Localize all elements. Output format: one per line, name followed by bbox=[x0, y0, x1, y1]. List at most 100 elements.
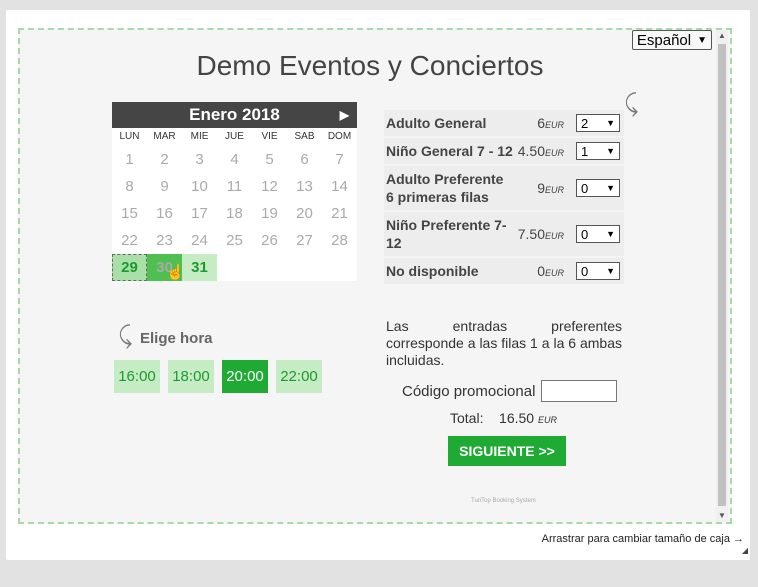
calendar-day-empty bbox=[217, 254, 252, 281]
quantity-select[interactable]: 0 ▼ bbox=[576, 179, 620, 197]
chevron-down-icon: ▼ bbox=[606, 118, 615, 128]
ticket-price: 6EUR bbox=[537, 115, 564, 131]
calendar-day: 26 bbox=[261, 232, 278, 249]
calendar-day-empty bbox=[322, 254, 357, 281]
calendar-day: 18 bbox=[226, 205, 243, 222]
quantity-select[interactable]: 1 ▼ bbox=[576, 142, 620, 160]
page-title: Demo Eventos y Conciertos bbox=[196, 50, 544, 81]
weekday-row: LUN MAR MIE JUE VIE SAB DOM bbox=[112, 128, 357, 146]
language-value: Español bbox=[636, 31, 692, 49]
calendar-day: 20 bbox=[296, 205, 313, 222]
preferente-note: Las entradas preferentes corresponde a l… bbox=[386, 318, 622, 368]
calendar-day: 16 bbox=[156, 205, 173, 222]
calendar-week: 22 23 24 25 26 27 28 bbox=[112, 227, 357, 254]
ticket-name: Adulto Preferente 6 primeras filas bbox=[386, 171, 504, 205]
scroll-up-icon[interactable]: ▲ bbox=[716, 30, 728, 42]
calendar-day: 17 bbox=[191, 205, 208, 222]
calendar-day: 22 bbox=[121, 232, 138, 249]
widget-container: Español ▼ ▲ ▼ Demo Eventos y Conciertos … bbox=[6, 10, 750, 560]
calendar-day: 21 bbox=[331, 205, 348, 222]
calendar-day: 24 bbox=[191, 232, 208, 249]
calendar-day: 11 bbox=[226, 178, 243, 195]
time-slot[interactable]: 18:00 bbox=[168, 360, 214, 393]
calendar-day: 12 bbox=[261, 178, 278, 195]
resize-hint: Arrastrar para cambiar tamaño de caja → bbox=[541, 533, 744, 545]
calendar-day: 1 bbox=[125, 151, 134, 168]
total: Total: 16.50 EUR bbox=[450, 410, 557, 426]
next-month-icon[interactable]: ▶ bbox=[340, 102, 349, 128]
calendar-day-available[interactable]: 31 bbox=[182, 254, 217, 281]
calendar-week: 1 2 3 4 5 6 7 bbox=[112, 146, 357, 173]
ticket-name: Niño Preferente 7-12 bbox=[386, 217, 507, 251]
time-slot-selected[interactable]: 20:00 bbox=[222, 360, 268, 393]
total-label: Total: bbox=[450, 410, 484, 426]
resize-grip-icon[interactable]: ◢ bbox=[742, 546, 748, 555]
ticket-list: Adulto General 6EUR 2 ▼ Niño General 7 - … bbox=[384, 110, 624, 286]
quantity-select[interactable]: 2 ▼ bbox=[576, 114, 620, 132]
weekday-label: JUE bbox=[225, 131, 244, 142]
calendar-day: 10 bbox=[191, 178, 208, 195]
ticket-name: Adulto General bbox=[386, 115, 487, 131]
calendar-day: 28 bbox=[331, 232, 348, 249]
next-button[interactable]: SIGUIENTE >> bbox=[448, 436, 566, 466]
quantity-select[interactable]: 0 ▼ bbox=[576, 225, 620, 243]
calendar-day: 3 bbox=[195, 151, 204, 168]
language-select[interactable]: Español ▼ bbox=[631, 30, 712, 50]
chevron-down-icon: ▼ bbox=[697, 34, 707, 46]
calendar-day: 23 bbox=[156, 232, 173, 249]
chevron-down-icon: ▼ bbox=[606, 266, 615, 276]
powered-by: TuriTop Booking System bbox=[471, 498, 536, 504]
scroll-down-icon[interactable]: ▼ bbox=[716, 510, 728, 522]
weekday-label: MIE bbox=[190, 131, 209, 142]
promo-code: Código promocional bbox=[402, 380, 618, 402]
calendar-day: 7 bbox=[335, 151, 344, 168]
promo-input[interactable] bbox=[541, 380, 618, 402]
calendar-day-selected[interactable]: 29 bbox=[112, 254, 147, 281]
vertical-scrollbar[interactable]: ▲ ▼ bbox=[716, 30, 728, 522]
weekday-label: MAR bbox=[153, 131, 176, 142]
ticket-price: 9EUR bbox=[537, 180, 564, 196]
curved-arrow-icon: ⤹ bbox=[118, 322, 133, 349]
promo-label: Código promocional bbox=[402, 382, 536, 400]
ticket-row: Niño Preferente 7-12 7.50EUR 0 ▼ bbox=[384, 212, 624, 256]
ticket-price: 4.50EUR bbox=[517, 143, 564, 159]
time-slot[interactable]: 22:00 bbox=[276, 360, 322, 393]
ticket-price: 7.50EUR bbox=[517, 226, 564, 242]
scroll-thumb[interactable] bbox=[718, 44, 726, 506]
calendar-day: 19 bbox=[261, 205, 278, 222]
time-slots: 16:00 18:00 20:00 22:00 bbox=[114, 360, 322, 393]
calendar-day: 15 bbox=[121, 205, 138, 222]
total-currency: EUR bbox=[537, 415, 557, 425]
ticket-row: Adulto General 6EUR 2 ▼ bbox=[384, 110, 624, 136]
calendar-week: 15 16 17 18 19 20 21 bbox=[112, 200, 357, 227]
chevron-down-icon: ▼ bbox=[606, 146, 615, 156]
calendar-day-available[interactable]: 30 ☝ bbox=[147, 254, 185, 281]
calendar-day: 9 bbox=[160, 178, 169, 195]
chevron-down-icon: ▼ bbox=[606, 183, 615, 193]
chevron-down-icon: ▼ bbox=[606, 229, 615, 239]
calendar-day: 25 bbox=[226, 232, 243, 249]
calendar-day-empty bbox=[252, 254, 287, 281]
weekday-label: DOM bbox=[327, 131, 352, 142]
time-label: Elige hora bbox=[140, 330, 213, 347]
calendar-day: 6 bbox=[300, 151, 309, 168]
calendar-week: 29 30 ☝ 31 bbox=[112, 254, 357, 281]
calendar-day: 2 bbox=[160, 151, 169, 168]
calendar-week: 8 9 10 11 12 13 14 bbox=[112, 173, 357, 200]
calendar-day: 14 bbox=[331, 178, 348, 195]
time-slot[interactable]: 16:00 bbox=[114, 360, 160, 393]
ticket-row: Niño General 7 - 12 4.50EUR 1 ▼ bbox=[384, 138, 624, 164]
ticket-row: No disponible 0EUR 0 ▼ bbox=[384, 258, 624, 284]
calendar-day: 13 bbox=[296, 178, 313, 195]
ticket-row: Adulto Preferente 6 primeras filas 9EUR … bbox=[384, 166, 624, 210]
ticket-name: No disponible bbox=[386, 263, 479, 279]
quantity-select[interactable]: 0 ▼ bbox=[576, 262, 620, 280]
ticket-price: 0EUR bbox=[537, 263, 564, 279]
calendar-day-empty bbox=[287, 254, 322, 281]
calendar-day: 5 bbox=[265, 151, 274, 168]
calendar-month: Enero 2018 bbox=[189, 105, 280, 124]
booking-frame: Español ▼ ▲ ▼ Demo Eventos y Conciertos … bbox=[18, 28, 732, 524]
calendar-day: 8 bbox=[125, 178, 134, 195]
weekday-label: SAB bbox=[294, 131, 315, 142]
ticket-name: Niño General 7 - 12 bbox=[386, 143, 513, 159]
